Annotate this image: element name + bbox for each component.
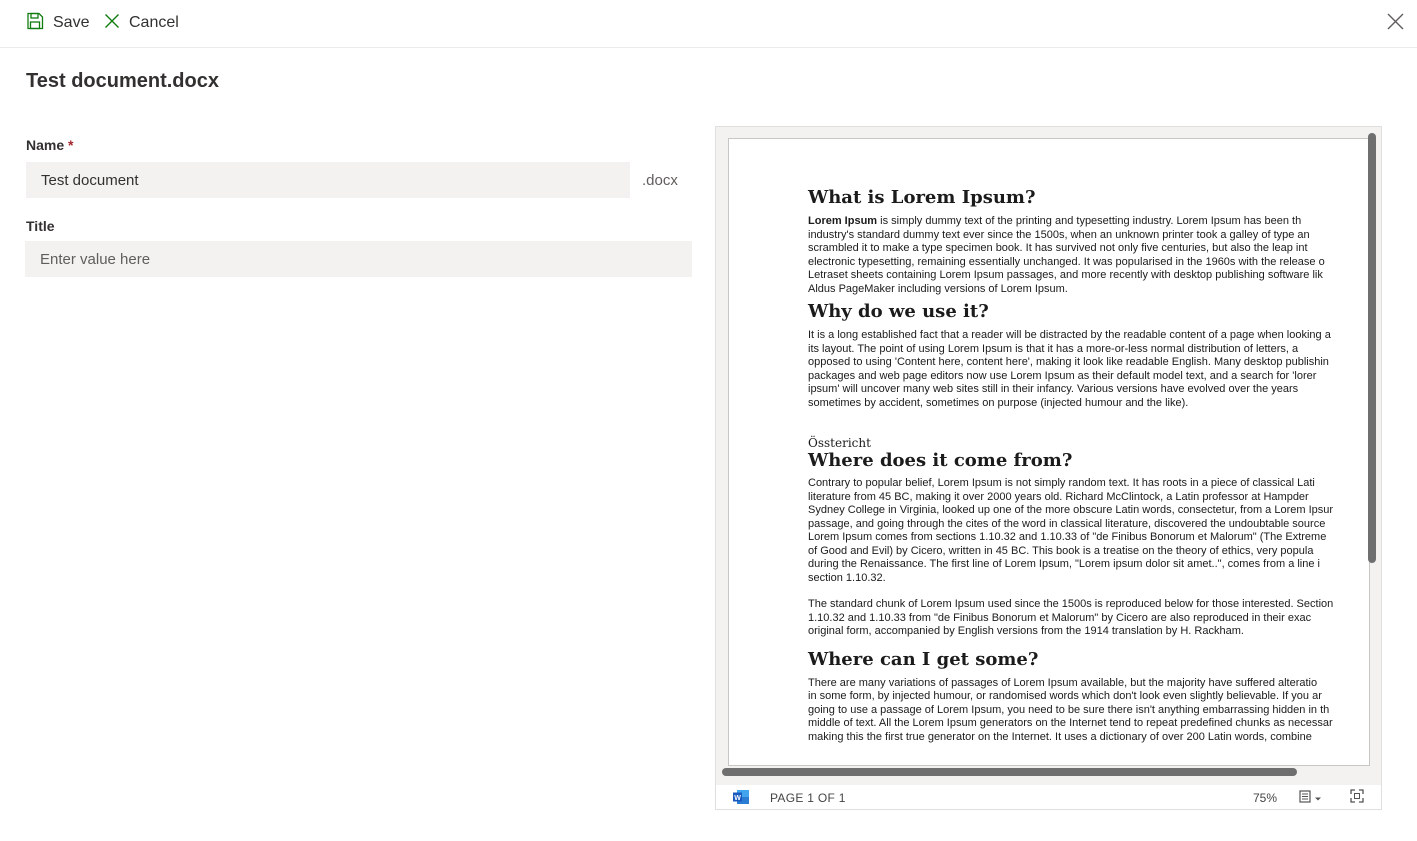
paragraph-line: original form, accompanied by English ve… [808, 625, 1244, 637]
paragraph-line: its layout. The point of using Lorem Ips… [808, 342, 1299, 355]
paragraph-line: ipsum' will uncover many web sites still… [808, 383, 1299, 395]
save-label: Save [53, 14, 90, 31]
paragraph-line: It is a long established fact that a rea… [808, 329, 1331, 341]
heading-where-from: Where does it come from? [808, 450, 1073, 471]
title-input-placeholder: Enter value here [40, 250, 151, 268]
page-content: What is Lorem Ipsum? Lorem Ipsum is simp… [808, 187, 1368, 744]
title-input[interactable]: Enter value here [25, 241, 692, 277]
vertical-scrollbar[interactable] [1368, 133, 1376, 563]
file-extension: .docx [642, 172, 678, 189]
page-indicator: PAGE 1 OF 1 [770, 791, 846, 805]
name-input-value: Test document [41, 171, 139, 189]
view-mode-button[interactable] [1299, 790, 1322, 806]
document-page: What is Lorem Ipsum? Lorem Ipsum is simp… [728, 138, 1370, 766]
paragraph-line: sometimes by accident, sometimes on purp… [808, 396, 1189, 409]
paragraph-line: in some form, by injected humour, or ran… [808, 690, 1322, 702]
bold-term: Lorem Ipsum [808, 215, 878, 227]
cancel-icon [104, 13, 120, 34]
small-text: Össtericht [808, 436, 871, 450]
page-title: Test document.docx [26, 70, 219, 92]
heading-where-get: Where can I get some? [808, 648, 1039, 670]
paragraph-line: during the Renaissance. The first line o… [808, 558, 1320, 570]
zoom-level[interactable]: 75% [1253, 791, 1277, 805]
paragraph-line: electronic typesetting, remaining essent… [808, 255, 1325, 268]
paragraph-line: The standard chunk of Lorem Ipsum used s… [808, 598, 1334, 610]
paragraph-line: industry's standard dummy text ever sinc… [808, 228, 1310, 241]
name-field-label: Name * [26, 137, 73, 153]
paragraph-line: passage, and going through the cites of … [808, 517, 1326, 530]
svg-text:W: W [734, 795, 741, 802]
paragraph-line: scrambled it to make a type specimen boo… [808, 242, 1308, 254]
paragraph-line: Letraset sheets containing Lorem Ipsum p… [808, 269, 1323, 281]
heading-why: Why do we use it? [808, 301, 989, 322]
fullscreen-icon [1350, 789, 1364, 806]
paragraph-line: of Good and Evil) by Cicero, written in … [808, 544, 1314, 557]
cancel-label: Cancel [129, 14, 179, 31]
paragraph-line: Sydney College in Virginia, looked up on… [808, 504, 1334, 516]
command-bar: Save Cancel [0, 0, 1417, 48]
word-icon: W [733, 790, 749, 804]
save-button[interactable]: Save [26, 11, 89, 35]
document-preview[interactable]: What is Lorem Ipsum? Lorem Ipsum is simp… [715, 126, 1382, 810]
paragraph-line: section 1.10.32. [808, 571, 886, 584]
preview-status-bar: W PAGE 1 OF 1 75% [716, 785, 1381, 809]
paragraph-line: middle of text. All the Lorem Ipsum gene… [808, 717, 1333, 729]
paragraph-line: 1.10.32 and 1.10.33 from "de Finibus Bon… [808, 611, 1312, 624]
paragraph-line: Contrary to popular belief, Lorem Ipsum … [808, 477, 1315, 489]
paragraph-line: opposed to using 'Content here, content … [808, 356, 1329, 368]
fullscreen-button[interactable] [1350, 789, 1364, 806]
horizontal-scrollbar[interactable] [722, 768, 1297, 776]
paragraph-line: Lorem Ipsum comes from sections 1.10.32 … [808, 531, 1327, 543]
name-input[interactable]: Test document [26, 162, 630, 198]
paragraph-line: Aldus PageMaker including versions of Lo… [808, 282, 1068, 295]
title-field-label: Title [26, 218, 55, 234]
heading-what-is: What is Lorem Ipsum? [808, 187, 1036, 208]
paragraph-line: packages and web page editors now use Lo… [808, 369, 1317, 382]
paragraph-line: Lorem Ipsum is simply dummy text of the … [808, 215, 1302, 227]
paragraph-line: going to use a passage of Lorem Ipsum, y… [808, 703, 1330, 716]
chevron-down-icon [1314, 791, 1322, 805]
close-icon [1387, 13, 1404, 34]
reading-view-icon [1299, 790, 1311, 806]
required-indicator: * [68, 137, 74, 153]
paragraph-line: There are many variations of passages of… [808, 676, 1318, 689]
cancel-button[interactable]: Cancel [104, 11, 179, 35]
close-button[interactable] [1387, 13, 1405, 31]
paragraph-line: literature from 45 BC, making it over 20… [808, 490, 1309, 503]
save-icon [26, 12, 44, 35]
paragraph-line: making this the first true generator on … [808, 730, 1312, 743]
name-label-text: Name [26, 137, 65, 153]
